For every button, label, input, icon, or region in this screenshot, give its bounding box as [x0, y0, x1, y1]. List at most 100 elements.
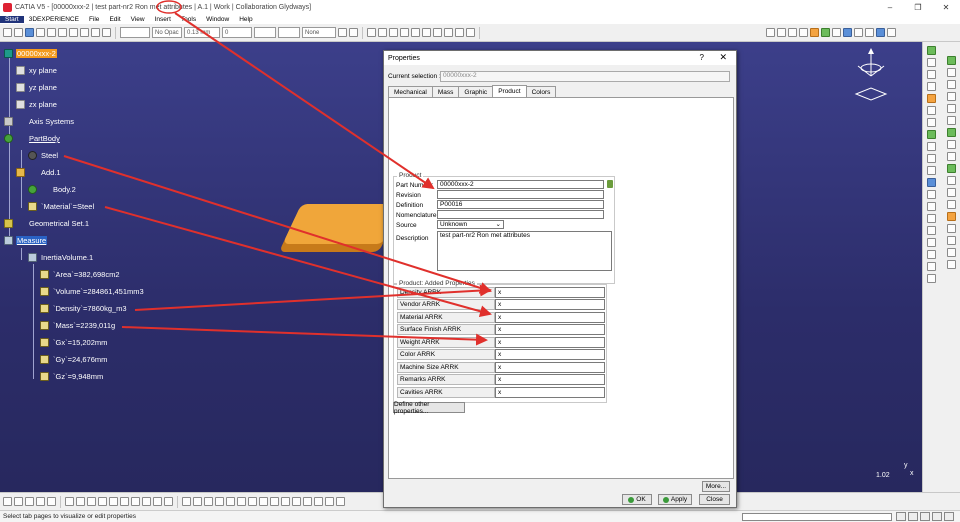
tool-icon[interactable]: [131, 497, 140, 506]
prop-surface-finish-value[interactable]: x: [495, 324, 605, 335]
status-button[interactable]: [932, 512, 942, 521]
menu-view[interactable]: View: [126, 16, 150, 23]
tool-icon[interactable]: [927, 106, 936, 115]
tree-param-gy[interactable]: `Gy`=24,676mm: [40, 354, 108, 365]
tool-icon[interactable]: [832, 28, 841, 37]
tool-icon[interactable]: [927, 238, 936, 247]
line-style-combo[interactable]: [278, 27, 300, 38]
tab-colors[interactable]: Colors: [525, 86, 557, 97]
tool-icon[interactable]: [411, 28, 420, 37]
tool-icon[interactable]: [336, 497, 345, 506]
tool-icon[interactable]: [927, 94, 936, 103]
tool-icon[interactable]: [400, 28, 409, 37]
tool-icon[interactable]: [378, 28, 387, 37]
tool-icon[interactable]: [947, 68, 956, 77]
tool-icon[interactable]: [226, 497, 235, 506]
tool-icon[interactable]: [947, 140, 956, 149]
more-button[interactable]: More...: [702, 481, 730, 492]
undo-icon[interactable]: [80, 28, 89, 37]
menu-edit[interactable]: Edit: [104, 16, 125, 23]
tool-icon[interactable]: [47, 497, 56, 506]
color-combo[interactable]: [120, 27, 150, 38]
tool-icon[interactable]: [876, 28, 885, 37]
tool-icon[interactable]: [314, 497, 323, 506]
tool-icon[interactable]: [237, 497, 246, 506]
menu-start[interactable]: Start: [0, 15, 24, 23]
tool-icon[interactable]: [248, 497, 257, 506]
tool-icon[interactable]: [927, 82, 936, 91]
tool-icon[interactable]: [281, 497, 290, 506]
part-number-field[interactable]: 00000xxx-2: [437, 180, 604, 189]
tool-icon[interactable]: [204, 497, 213, 506]
tool-icon[interactable]: [927, 274, 936, 283]
tool-icon[interactable]: [367, 28, 376, 37]
prop-density-value[interactable]: x: [495, 287, 605, 298]
tool-icon[interactable]: [325, 497, 334, 506]
tool-icon[interactable]: [947, 224, 956, 233]
compass-icon[interactable]: [848, 46, 894, 106]
tool-icon[interactable]: [947, 164, 956, 173]
tool-icon[interactable]: [455, 28, 464, 37]
tool-icon[interactable]: [865, 28, 874, 37]
save-icon[interactable]: [25, 28, 34, 37]
line-weight-combo[interactable]: 0.13 mm: [184, 27, 220, 38]
tool-icon[interactable]: [843, 28, 852, 37]
tool-icon[interactable]: [947, 56, 956, 65]
open-icon[interactable]: [14, 28, 23, 37]
tool-icon[interactable]: [444, 28, 453, 37]
tool-icon[interactable]: [466, 28, 475, 37]
tool-icon[interactable]: [142, 497, 151, 506]
tool-icon[interactable]: [821, 28, 830, 37]
tab-mechanical[interactable]: Mechanical: [388, 86, 433, 97]
tree-param-mass[interactable]: `Mass`=2239,011g: [40, 320, 116, 331]
new-icon[interactable]: [3, 28, 12, 37]
tool-icon[interactable]: [947, 176, 956, 185]
tool-icon[interactable]: [153, 497, 162, 506]
tool-icon[interactable]: [36, 497, 45, 506]
tool-icon[interactable]: [947, 260, 956, 269]
tree-item-xy-plane[interactable]: xy plane: [16, 65, 58, 76]
tool-icon[interactable]: [947, 128, 956, 137]
dialog-close-icon[interactable]: ✕: [719, 52, 727, 63]
tool-icon[interactable]: [927, 46, 936, 55]
tree-item-zx-plane[interactable]: zx plane: [16, 99, 58, 110]
tree-param-density[interactable]: `Density`=7860kg_m3: [40, 303, 128, 314]
tool-icon[interactable]: [887, 28, 896, 37]
tool-icon[interactable]: [303, 497, 312, 506]
prop-cavities-value[interactable]: x: [495, 387, 605, 398]
tree-item-yz-plane[interactable]: yz plane: [16, 82, 58, 93]
tool-icon[interactable]: [927, 262, 936, 271]
tool-icon[interactable]: [927, 214, 936, 223]
tool-icon[interactable]: [927, 190, 936, 199]
tree-param-area[interactable]: `Area`=382,698cm2: [40, 269, 121, 280]
status-button[interactable]: [908, 512, 918, 521]
tool-icon[interactable]: [76, 497, 85, 506]
lock-icon[interactable]: [607, 180, 613, 188]
tree-item-material-param[interactable]: `Material`=Steel: [28, 201, 95, 212]
menu-help[interactable]: Help: [234, 16, 257, 23]
format-painter-icon[interactable]: [338, 28, 347, 37]
tool-icon[interactable]: [98, 497, 107, 506]
whats-this-icon[interactable]: [102, 28, 111, 37]
layer-combo[interactable]: None: [302, 27, 336, 38]
tool-icon[interactable]: [3, 497, 12, 506]
line-type-combo[interactable]: 0: [222, 27, 252, 38]
cut-icon[interactable]: [47, 28, 56, 37]
tree-item-inertia-volume[interactable]: InertiaVolume.1: [28, 252, 94, 263]
tool-icon[interactable]: [292, 497, 301, 506]
tree-root[interactable]: 00000xxx-2: [4, 48, 57, 59]
tree-item-axis-systems[interactable]: Axis Systems: [4, 116, 75, 127]
prop-remarks-value[interactable]: x: [495, 374, 605, 385]
tool-icon[interactable]: [947, 212, 956, 221]
close-button[interactable]: Close: [699, 494, 730, 505]
tool-icon[interactable]: [270, 497, 279, 506]
tool-icon[interactable]: [947, 200, 956, 209]
tool-icon[interactable]: [947, 236, 956, 245]
tool-icon[interactable]: [777, 28, 786, 37]
tree-item-add[interactable]: Add.1: [16, 167, 62, 178]
tool-icon[interactable]: [947, 188, 956, 197]
status-button[interactable]: [920, 512, 930, 521]
tool-icon[interactable]: [927, 58, 936, 67]
tool-icon[interactable]: [799, 28, 808, 37]
restore-button[interactable]: ❐: [904, 0, 932, 14]
